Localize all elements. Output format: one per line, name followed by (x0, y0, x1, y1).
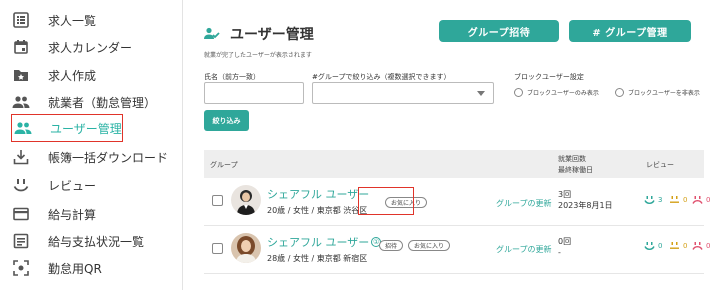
group-manage-button[interactable]: # グループ管理 (569, 20, 691, 42)
page-subtitle: 就業が完了したユーザーが表示されます (204, 52, 312, 59)
review-bad-count: 0 (706, 242, 711, 250)
sidebar-item-job-list[interactable]: 求人一覧 (12, 6, 180, 34)
review-normal: 0 (669, 242, 687, 250)
block-setting-label: ブロックユーザー設定 (514, 73, 584, 81)
sidebar-item-job-create[interactable]: 求人作成 (12, 61, 180, 89)
card-icon (12, 205, 30, 223)
sidebar-item-label: 給与支払状況一覧 (48, 234, 145, 249)
avatar (231, 233, 261, 263)
sidebar-item-attendance-qr[interactable]: 勤怠用QR (12, 254, 180, 282)
normal-face-icon (669, 196, 680, 204)
column-header-review: レビュー (646, 161, 674, 169)
block-only-radio[interactable]: ブロックユーザーのみ表示 (514, 88, 599, 97)
download-icon (12, 148, 30, 166)
review-normal-count: 0 (683, 242, 688, 250)
name-filter-label: 氏名（前方一致） (204, 73, 260, 81)
sidebar-item-label: 就業者（勤怠管理） (48, 95, 157, 110)
bad-face-icon (692, 242, 703, 250)
good-face-icon (644, 242, 655, 250)
radio-button[interactable] (514, 88, 523, 97)
sidebar-item-label: 求人カレンダー (48, 40, 133, 55)
block-only-label: ブロックユーザーのみ表示 (527, 90, 599, 97)
work-count: 0回 (558, 237, 572, 246)
sidebar-item-label: レビュー (48, 178, 97, 193)
last-work-date: - (558, 248, 561, 257)
sidebar-item-label: 求人作成 (48, 68, 97, 83)
sidebar-item-job-calendar[interactable]: 求人カレンダー (12, 33, 180, 61)
group-update-link[interactable]: グループの更新 (496, 198, 552, 209)
sidebar: 求人一覧 求人カレンダー 求人作成 就業者（勤怠管理） ユーザー管理 帳簿一括ダ… (0, 0, 183, 290)
sidebar-item-label: 給与計算 (48, 207, 97, 222)
document-list-icon (12, 232, 30, 250)
review-good-count: 3 (658, 196, 663, 204)
sidebar-item-label: 帳簿一括ダウンロード (48, 150, 169, 165)
filter-button[interactable]: 絞り込み (204, 110, 249, 131)
sidebar-item-label: 求人一覧 (48, 13, 97, 28)
column-header-work: 就業回数 最終稼働日 (558, 154, 593, 176)
group-filter-label: #グループで絞り込み（複数選択できます） (312, 73, 451, 81)
work-count: 3回 (558, 190, 572, 199)
block-hide-label: ブロックユーザーを非表示 (628, 90, 700, 97)
sidebar-item-workers[interactable]: 就業者（勤怠管理） (12, 88, 180, 116)
block-hide-radio[interactable]: ブロックユーザーを非表示 (615, 88, 700, 97)
work-info: 3回 2023年8月1日 (558, 189, 613, 211)
radio-button[interactable] (615, 88, 624, 97)
review-normal: 0 (669, 196, 687, 204)
table-row: シェアフル ユーザー ① 28歳 / 女性 / 東京都 新宿区 招待 お気に入り… (204, 228, 710, 274)
user-check-icon (204, 27, 220, 41)
sidebar-item-label: ユーザー管理 (50, 121, 122, 136)
qr-scan-icon (12, 259, 30, 277)
sidebar-item-review[interactable]: レビュー (12, 171, 180, 199)
page-title-text: ユーザー管理 (230, 27, 314, 43)
column-header-last-work: 最終稼働日 (558, 166, 593, 174)
user-detail: 20歳 / 女性 / 東京都 渋谷区 (267, 206, 368, 215)
row-checkbox[interactable] (212, 195, 223, 206)
user-name: シェアフル ユーザー (267, 188, 370, 201)
review-normal-count: 0 (683, 196, 688, 204)
user-detail: 28歳 / 女性 / 東京都 新宿区 (267, 254, 368, 263)
normal-face-icon (669, 242, 680, 250)
page-title: ユーザー管理 (204, 24, 314, 44)
main-content: ユーザー管理 就業が完了したユーザーが表示されます グループ招待 # グループ管… (184, 0, 715, 290)
user-name: シェアフル ユーザー (267, 236, 370, 249)
table-header: グループ 就業回数 最終稼働日 レビュー (204, 150, 704, 178)
sidebar-item-ledger-download[interactable]: 帳簿一括ダウンロード (12, 143, 180, 171)
review-bad: 0 (692, 242, 710, 250)
user-name-link[interactable]: シェアフル ユーザー (267, 186, 369, 202)
group-invite-button[interactable]: グループ招待 (439, 20, 559, 42)
list-icon (12, 11, 30, 29)
table-row: シェアフル ユーザー 20歳 / 女性 / 東京都 渋谷区 お気に入り グループ… (204, 180, 710, 226)
group-select[interactable] (312, 82, 494, 104)
sidebar-item-payroll[interactable]: 給与計算 (12, 200, 180, 228)
people-icon (12, 93, 30, 111)
row-checkbox[interactable] (212, 243, 223, 254)
calendar-icon (12, 38, 30, 56)
column-header-group: グループ (210, 161, 238, 169)
review-bad-count: 0 (706, 196, 711, 204)
group-update-link[interactable]: グループの更新 (496, 244, 552, 255)
sidebar-item-label: 勤怠用QR (48, 261, 102, 276)
favorite-tag[interactable]: お気に入り (408, 240, 451, 251)
column-header-work-count: 就業回数 (558, 155, 586, 163)
app-window: 求人一覧 求人カレンダー 求人作成 就業者（勤怠管理） ユーザー管理 帳簿一括ダ… (0, 0, 715, 290)
smile-icon (12, 176, 30, 194)
chevron-down-icon (477, 91, 485, 96)
folder-star-icon (12, 66, 30, 84)
work-info: 0回 - (558, 236, 571, 258)
review-good: 0 (644, 242, 662, 250)
avatar (231, 185, 261, 215)
last-work-date: 2023年8月1日 (558, 201, 613, 210)
review-good-count: 0 (658, 242, 663, 250)
bad-face-icon (692, 196, 703, 204)
name-input[interactable] (204, 82, 304, 104)
review-bad: 0 (692, 196, 710, 204)
invite-tag[interactable]: 招待 (379, 240, 404, 251)
review-good: 3 (644, 196, 662, 204)
sidebar-item-payment-status[interactable]: 給与支払状況一覧 (12, 227, 180, 255)
good-face-icon (644, 196, 655, 204)
people-icon (14, 119, 32, 137)
sidebar-item-user-management[interactable]: ユーザー管理 (11, 114, 123, 142)
user-name-link[interactable]: シェアフル ユーザー ① (267, 234, 382, 250)
highlight-box (358, 187, 414, 215)
